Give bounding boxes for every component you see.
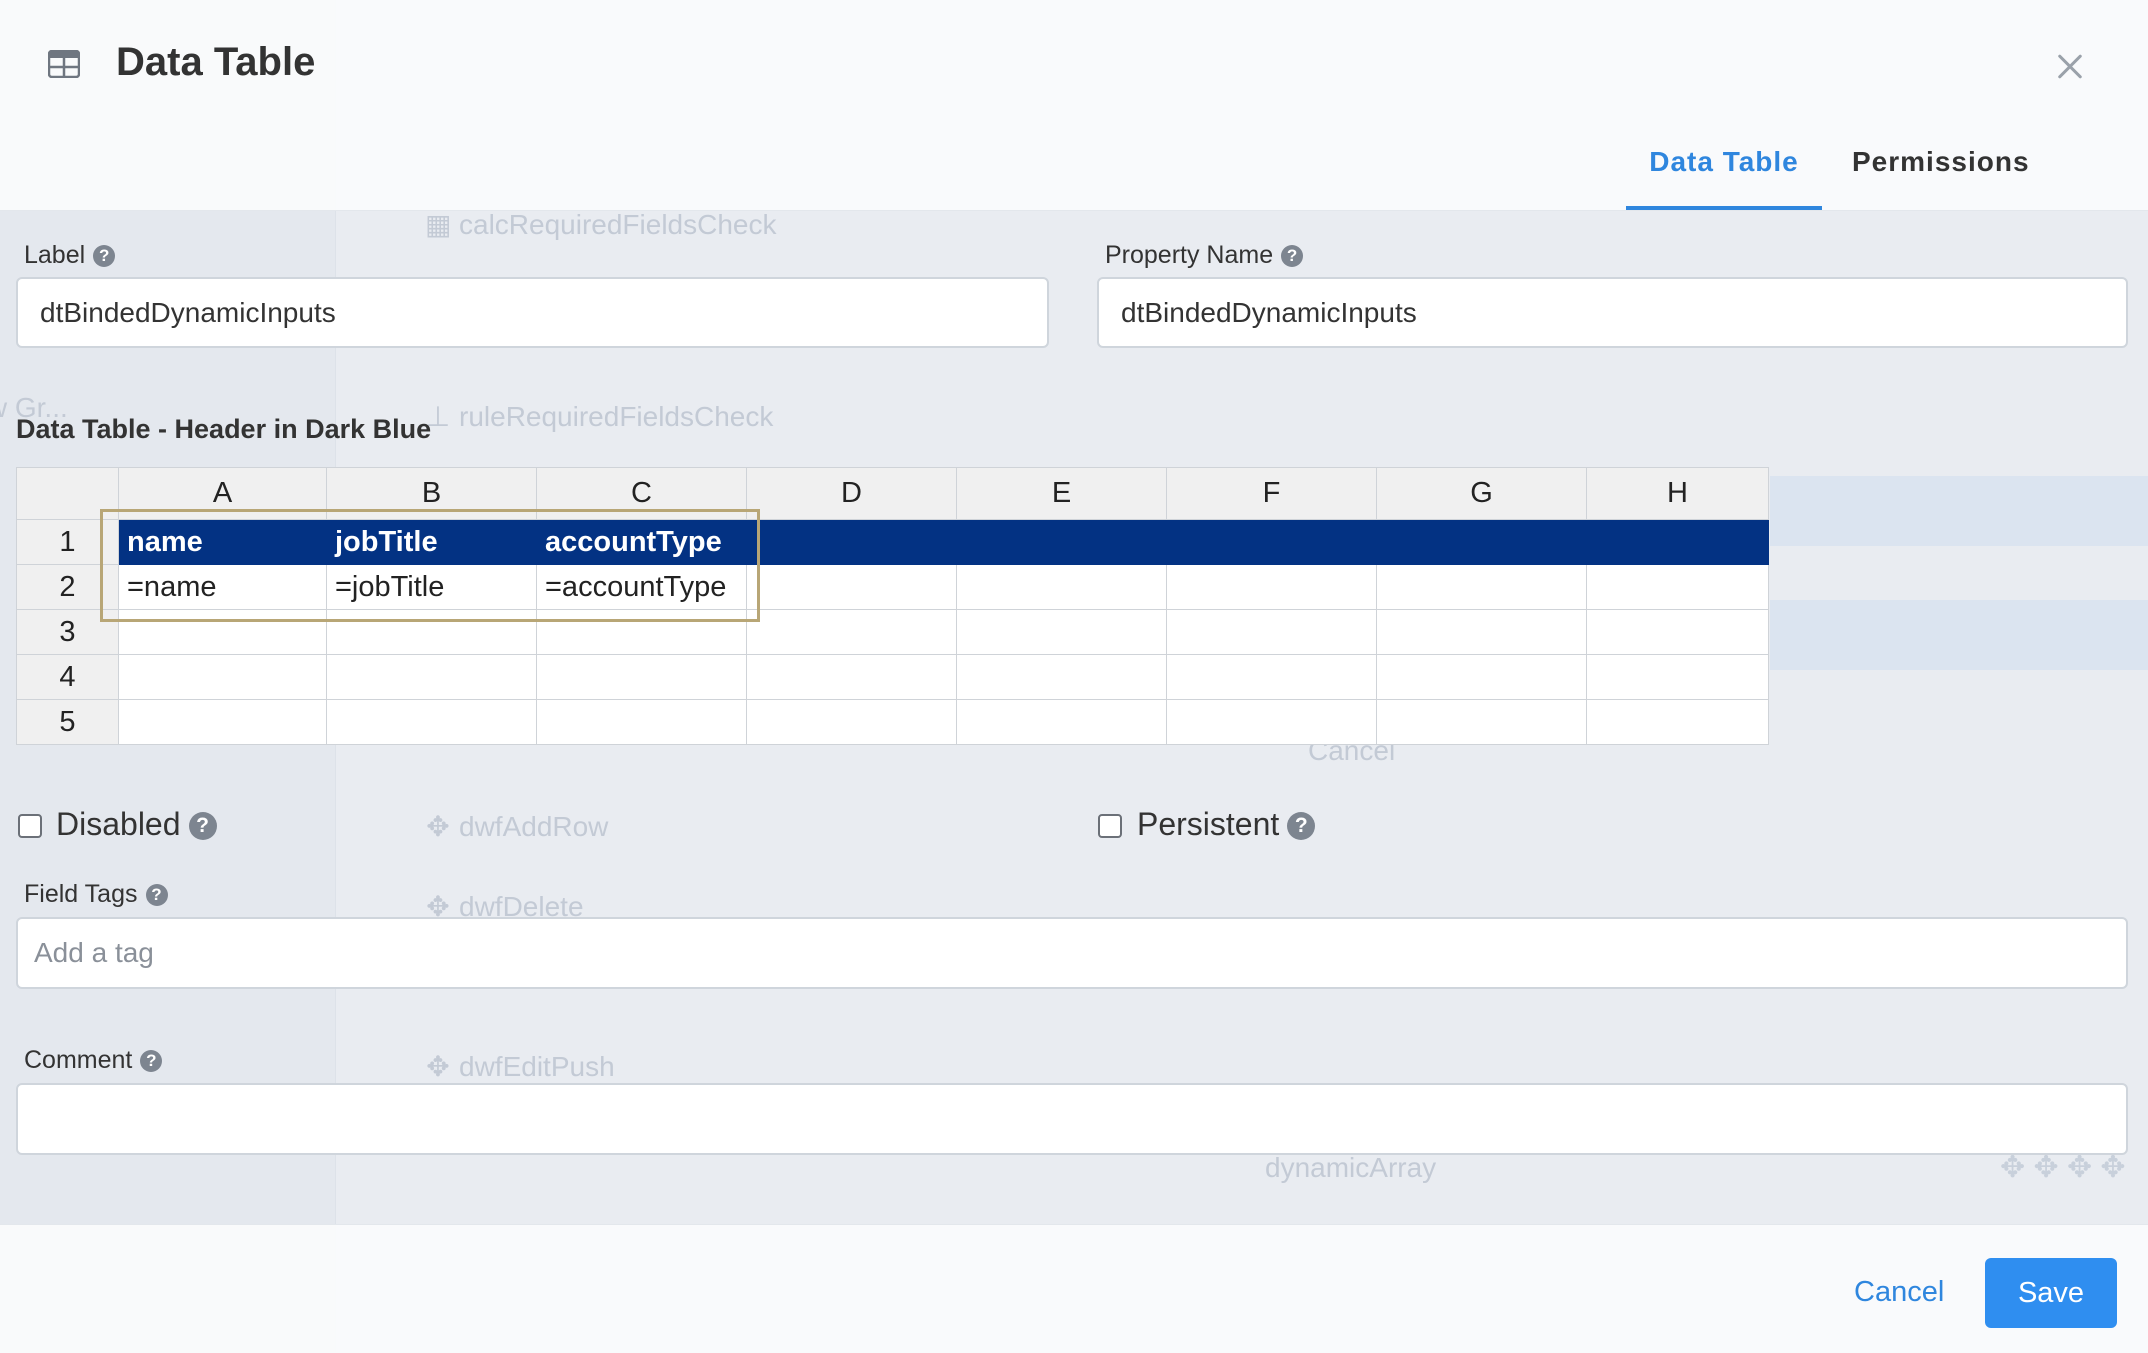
save-button[interactable]: Save — [1985, 1258, 2117, 1328]
help-icon[interactable]: ? — [188, 812, 217, 840]
table-row: 4 — [16, 654, 1769, 700]
column-header[interactable]: G — [1376, 467, 1587, 520]
close-icon[interactable] — [2050, 46, 2090, 86]
grid-cell[interactable] — [746, 519, 957, 565]
disabled-label: Disabled? — [56, 806, 217, 843]
grid-cell[interactable]: name — [118, 519, 327, 565]
grid-cell[interactable] — [1166, 654, 1377, 700]
grid-cell[interactable] — [746, 699, 957, 745]
grid-cell[interactable]: jobTitle — [326, 519, 537, 565]
grid-cell[interactable] — [1586, 564, 1769, 610]
grid-cell[interactable] — [1166, 609, 1377, 655]
persistent-label: Persistent? — [1137, 806, 1316, 843]
grid-cell[interactable] — [326, 609, 537, 655]
table-row: 1 name jobTitle accountType — [16, 519, 1769, 565]
grid-title: Data Table - Header in Dark Blue — [16, 414, 432, 444]
property-name-input[interactable] — [1097, 277, 2128, 348]
grid-cell[interactable] — [956, 654, 1167, 700]
grid-cell[interactable] — [1376, 654, 1587, 700]
help-icon[interactable]: ? — [145, 884, 168, 906]
data-table-grid: A B C D E F G H 1 name jobTitle accountT… — [16, 467, 1769, 745]
corner-cell[interactable] — [16, 467, 119, 520]
modal-title: Data Table — [116, 40, 316, 84]
comment-input[interactable] — [16, 1083, 2128, 1155]
grid-cell[interactable] — [536, 654, 747, 700]
column-header[interactable]: D — [746, 467, 957, 520]
grid-cell[interactable] — [118, 609, 327, 655]
row-header[interactable]: 1 — [16, 519, 119, 565]
grid-cell[interactable] — [1166, 699, 1377, 745]
table-row: 2 =name =jobTitle =accountType — [16, 564, 1769, 610]
grid-cell[interactable] — [956, 519, 1167, 565]
grid-cell[interactable] — [956, 609, 1167, 655]
grid-cell[interactable] — [118, 654, 327, 700]
column-header[interactable]: C — [536, 467, 747, 520]
grid-cell[interactable] — [1376, 564, 1587, 610]
column-header[interactable]: B — [326, 467, 537, 520]
column-header[interactable]: H — [1586, 467, 1769, 520]
tab-permissions[interactable]: Permissions — [1852, 146, 2030, 178]
disabled-checkbox[interactable] — [18, 814, 42, 838]
grid-cell[interactable] — [956, 564, 1167, 610]
label-input[interactable] — [16, 277, 1049, 348]
grid-cell[interactable] — [1586, 519, 1769, 565]
table-row: 3 — [16, 609, 1769, 655]
grid-cell[interactable] — [1586, 654, 1769, 700]
column-header-row: A B C D E F G H — [16, 467, 1769, 520]
active-tab-indicator — [1626, 206, 1822, 210]
help-icon[interactable]: ? — [140, 1050, 163, 1072]
grid-cell[interactable] — [536, 699, 747, 745]
grid-cell[interactable] — [536, 609, 747, 655]
cancel-button[interactable]: Cancel — [1854, 1276, 1944, 1309]
grid-cell[interactable]: =name — [118, 564, 327, 610]
grid-cell[interactable] — [1166, 519, 1377, 565]
table-icon — [48, 50, 80, 78]
grid-cell[interactable] — [746, 609, 957, 655]
grid-cell[interactable]: =accountType — [536, 564, 747, 610]
label-field-label: Label? — [24, 241, 116, 270]
persistent-checkbox[interactable] — [1098, 814, 1122, 838]
property-name-field-label: Property Name? — [1105, 241, 1304, 270]
grid-cell[interactable] — [1166, 564, 1377, 610]
grid-cell[interactable] — [326, 654, 537, 700]
row-header[interactable]: 4 — [16, 654, 119, 700]
comment-label: Comment? — [24, 1046, 163, 1075]
grid-cell[interactable]: accountType — [536, 519, 747, 565]
grid-cell[interactable] — [326, 699, 537, 745]
row-header[interactable]: 5 — [16, 699, 119, 745]
grid-cell[interactable]: =jobTitle — [326, 564, 537, 610]
grid-cell[interactable] — [956, 699, 1167, 745]
help-icon[interactable]: ? — [1287, 812, 1316, 840]
field-tags-input[interactable] — [16, 917, 2128, 989]
row-header[interactable]: 3 — [16, 609, 119, 655]
tab-data-table[interactable]: Data Table — [1626, 146, 1822, 178]
grid-cell[interactable] — [1376, 609, 1587, 655]
help-icon[interactable]: ? — [1281, 245, 1304, 267]
grid-cell[interactable] — [1586, 699, 1769, 745]
help-icon[interactable]: ? — [93, 245, 116, 267]
column-header[interactable]: F — [1166, 467, 1377, 520]
grid-cell[interactable] — [1586, 609, 1769, 655]
modal-header: Data Table Data Table Permissions — [0, 0, 2148, 211]
table-row: 5 — [16, 699, 1769, 745]
column-header[interactable]: E — [956, 467, 1167, 520]
grid-cell[interactable] — [746, 564, 957, 610]
row-header[interactable]: 2 — [16, 564, 119, 610]
grid-cell[interactable] — [1376, 699, 1587, 745]
modal-footer — [0, 1224, 2148, 1353]
field-tags-label: Field Tags? — [24, 880, 168, 909]
grid-cell[interactable] — [746, 654, 957, 700]
data-table-modal: Data Table Data Table Permissions Label?… — [0, 0, 2148, 1353]
grid-cell[interactable] — [1376, 519, 1587, 565]
grid-cell[interactable] — [118, 699, 327, 745]
column-header[interactable]: A — [118, 467, 327, 520]
